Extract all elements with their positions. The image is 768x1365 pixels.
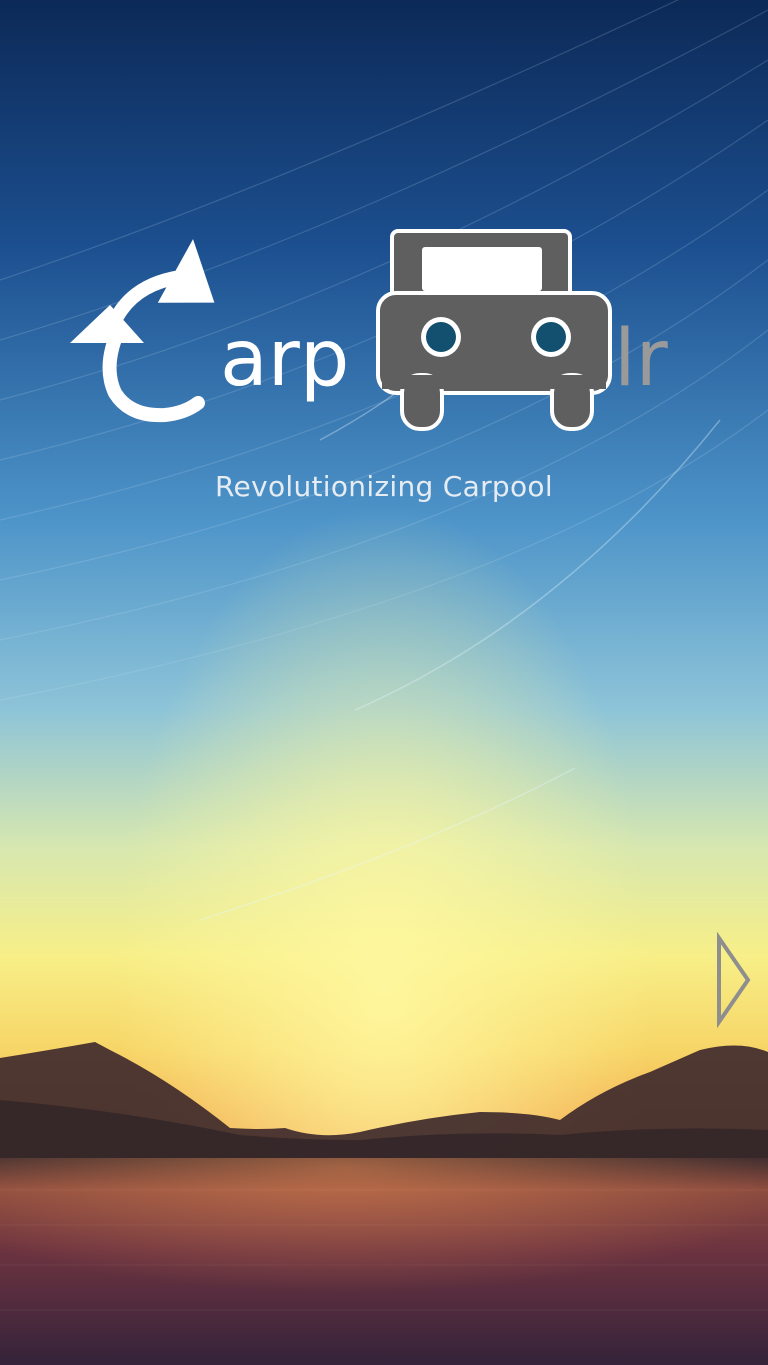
app-tagline: Revolutionizing Carpool <box>215 470 553 503</box>
logo-text-left: arp <box>220 314 349 404</box>
carpoolr-logo: arp lr <box>60 225 700 440</box>
logo-text-right: lr <box>614 314 669 404</box>
next-page-button[interactable] <box>712 930 756 1030</box>
refresh-arrows-icon <box>70 239 215 423</box>
splash-screen: arp lr Revolutionizing Carpool <box>0 0 768 1365</box>
chevron-right-icon <box>717 931 751 1029</box>
car-icon <box>376 229 612 431</box>
sunset-background <box>0 0 768 1365</box>
